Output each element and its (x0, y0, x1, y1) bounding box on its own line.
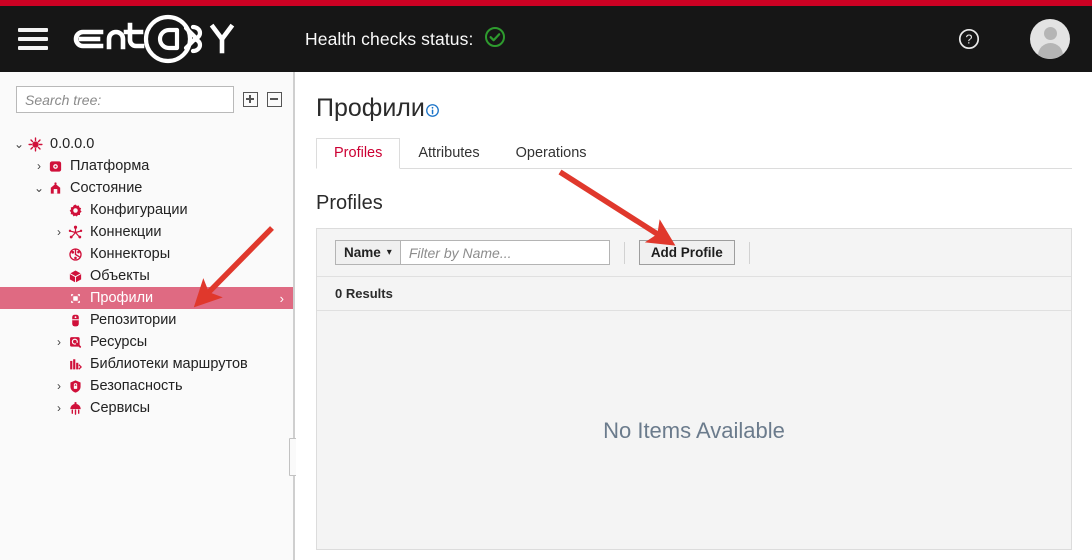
platform-icon (44, 159, 66, 174)
user-avatar-icon[interactable] (1030, 19, 1070, 59)
tree-item-label: Объекты (90, 268, 150, 284)
tree-item-label: Платформа (70, 158, 150, 174)
empty-state: No Items Available (317, 311, 1071, 550)
sidebar-splitter[interactable] (293, 72, 295, 560)
objects-icon (64, 269, 86, 284)
search-tree-input[interactable] (16, 86, 234, 113)
profiles-panel: Name ▾ Add Profile 0 Results No Items Av… (316, 228, 1072, 550)
app-header: Health checks status: ? (0, 6, 1092, 72)
tree-item-репозитории[interactable]: Репозитории (0, 309, 294, 331)
connectors-icon (64, 247, 86, 262)
panel-toolbar: Name ▾ Add Profile (317, 229, 1071, 277)
tree-item-label: Ресурсы (90, 334, 148, 350)
services-icon (64, 401, 86, 416)
navigation-tree: ⌄ 0.0.0.0 › Платформа ⌄ Состояние Конфигурации… (0, 133, 294, 419)
tree-search-row (0, 72, 294, 113)
main-content: Профили Profiles Attributes Operations Pro… (296, 72, 1092, 560)
filter-input[interactable] (400, 240, 610, 265)
header-actions: ? (958, 19, 1070, 59)
svg-text:?: ? (966, 33, 973, 47)
tree-item-коннекторы[interactable]: Коннекторы (0, 243, 294, 265)
page-title: Профили (316, 94, 439, 124)
chevron-right-icon[interactable]: › (54, 401, 64, 415)
resources-icon (64, 335, 86, 350)
repositories-icon (64, 313, 86, 328)
chevron-right-icon[interactable]: › (54, 335, 64, 349)
app-root: Health checks status: ? Search tree: ⌄ 0… (0, 0, 1092, 560)
tab-bar: Profiles Attributes Operations (316, 138, 1072, 169)
chevron-down-icon: ▾ (386, 247, 392, 258)
tree-item-label: Безопасность (90, 378, 183, 394)
chevron-right-icon[interactable]: › (34, 159, 44, 173)
tree-item-0-0-0-0[interactable]: ⌄ 0.0.0.0 (0, 133, 294, 155)
expand-all-icon[interactable] (243, 92, 258, 107)
tree-item-label: Конфигурации (90, 202, 188, 218)
toolbar-divider (623, 241, 625, 264)
tree-item-label: Коннекторы (90, 246, 171, 262)
section-title: Profiles (316, 192, 383, 214)
empty-state-text: No Items Available (603, 417, 785, 443)
chevron-right-icon[interactable]: › (54, 225, 64, 239)
connections-icon (64, 225, 86, 240)
help-circle-icon[interactable]: ? (958, 28, 980, 50)
tab-attributes[interactable]: Attributes (400, 138, 497, 169)
toolbar-divider (748, 241, 750, 264)
entaxy-logo (73, 11, 243, 67)
check-circle-icon (484, 26, 506, 53)
route-libraries-icon (64, 357, 86, 372)
tree-item-платформа[interactable]: › Платформа (0, 155, 294, 177)
info-icon[interactable] (425, 95, 439, 124)
chevron-right-icon[interactable]: › (54, 379, 64, 393)
health-checks-status: Health checks status: (305, 26, 506, 53)
tree-item-label: Библиотеки маршрутов (90, 356, 248, 372)
tree-item-коннекции[interactable]: › Коннекции (0, 221, 294, 243)
tree-item-безопасность[interactable]: › Безопасность (0, 375, 294, 397)
tree-item-label: Профили (90, 290, 154, 306)
chevron-down-icon[interactable]: ⌄ (14, 137, 24, 151)
filter-field-select[interactable]: Name ▾ (335, 240, 401, 265)
collapse-all-icon[interactable] (267, 92, 282, 107)
configurations-icon (64, 203, 86, 218)
tree-item-label: Сервисы (90, 400, 151, 416)
filter-group: Name ▾ (335, 240, 610, 265)
tree-item-конфигурации[interactable]: Конфигурации (0, 199, 294, 221)
tree-item-label: 0.0.0.0 (50, 136, 95, 152)
tree-item-объекты[interactable]: Объекты (0, 265, 294, 287)
tab-profiles[interactable]: Profiles (316, 138, 401, 169)
tab-operations[interactable]: Operations (498, 138, 605, 169)
security-icon (64, 379, 86, 394)
profiles-icon (64, 291, 86, 306)
results-count: 0 Results (317, 277, 1071, 311)
health-checks-label: Health checks status: (305, 28, 474, 49)
tree-item-сервисы[interactable]: › Сервисы (0, 397, 294, 419)
tree-item-label: Репозитории (90, 312, 177, 328)
chevron-right-icon[interactable]: › (280, 291, 284, 306)
sidebar: ⌄ 0.0.0.0 › Платформа ⌄ Состояние Конфигурации… (0, 72, 295, 560)
chevron-down-icon[interactable]: ⌄ (34, 181, 44, 195)
add-profile-button[interactable]: Add Profile (638, 240, 735, 265)
tree-item-label: Коннекции (90, 224, 162, 240)
tree-item-библиотеки-маршрутов[interactable]: Библиотеки маршрутов (0, 353, 294, 375)
page-title-text: Профили (316, 94, 425, 122)
tree-item-label: Состояние (70, 180, 143, 196)
tree-item-ресурсы[interactable]: › Ресурсы (0, 331, 294, 353)
root-node-icon (24, 136, 46, 152)
filter-field-label: Name (344, 245, 381, 260)
hamburger-icon[interactable] (18, 28, 48, 50)
state-icon (44, 181, 66, 196)
tree-item-профили[interactable]: Профили › (0, 287, 294, 309)
tree-item-состояние[interactable]: ⌄ Состояние (0, 177, 294, 199)
